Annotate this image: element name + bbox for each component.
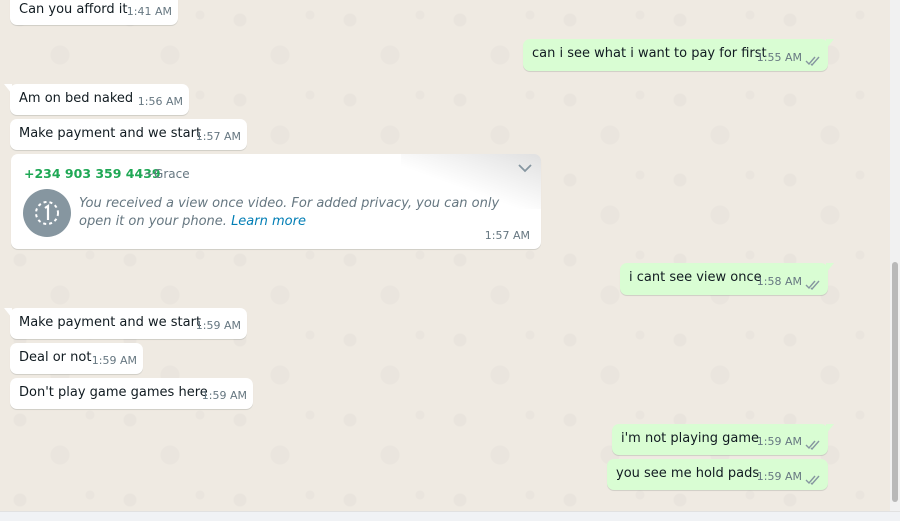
message-time: 1:59 AM — [91, 354, 137, 367]
incoming-message[interactable]: Am on bed naked 1:56 AM — [4, 84, 189, 115]
outgoing-message[interactable]: i'm not playing game 1:59 AM — [612, 424, 834, 455]
message-time: 1:57 AM — [484, 229, 530, 242]
message-time: 1:56 AM — [137, 95, 183, 108]
view-once-message[interactable]: +234 903 359 4439 ~Grace You received a … — [11, 154, 541, 249]
scrollbar-thumb[interactable] — [892, 262, 898, 502]
view-once-icon[interactable] — [23, 189, 71, 237]
message-text: Can you afford it — [19, 2, 128, 17]
message-text: Deal or not — [19, 350, 92, 365]
outgoing-message[interactable]: you see me hold pads 1:59 AM — [607, 459, 828, 490]
incoming-message[interactable]: Make payment and we start 1:57 AM — [10, 119, 247, 150]
message-text: can i see what i want to pay for first — [532, 46, 767, 61]
message-time: 1:41 AM — [126, 5, 172, 18]
double-check-icon — [805, 56, 820, 66]
scrollbar[interactable] — [890, 0, 900, 512]
message-time: 1:58 AM — [756, 275, 802, 288]
message-text: Am on bed naked — [19, 91, 134, 106]
message-text: Make payment and we start — [19, 126, 202, 141]
incoming-message[interactable]: Make payment and we start 1:59 AM — [4, 308, 247, 339]
sender-name: ~Grace — [144, 167, 190, 181]
sender-phone[interactable]: +234 903 359 4439 — [24, 166, 161, 181]
message-time: 1:59 AM — [756, 470, 802, 483]
message-time: 1:59 AM — [201, 389, 247, 402]
message-time: 1:55 AM — [756, 51, 802, 64]
message-time: 1:59 AM — [195, 319, 241, 332]
double-check-icon — [805, 440, 820, 450]
message-text: Don't play game games here — [19, 385, 208, 400]
double-check-icon — [805, 280, 820, 290]
double-check-icon — [805, 475, 820, 485]
message-time: 1:57 AM — [195, 130, 241, 143]
learn-more-link[interactable]: Learn more — [231, 214, 306, 229]
message-text: Make payment and we start — [19, 315, 202, 330]
outgoing-message[interactable]: can i see what i want to pay for first 1… — [523, 39, 834, 71]
message-text: i'm not playing game — [621, 431, 760, 446]
message-time: 1:59 AM — [756, 435, 802, 448]
compose-bar — [0, 511, 900, 521]
view-once-notice: You received a view once video. For adde… — [79, 195, 529, 231]
incoming-message[interactable]: Don't play game games here 1:59 AM — [10, 378, 253, 409]
message-text: i cant see view once — [629, 270, 762, 285]
chevron-down-icon[interactable] — [517, 162, 533, 174]
outgoing-message[interactable]: i cant see view once 1:58 AM — [620, 263, 834, 295]
message-text: you see me hold pads — [616, 466, 760, 481]
incoming-message[interactable]: Can you afford it 1:41 AM — [10, 0, 178, 25]
incoming-message[interactable]: Deal or not 1:59 AM — [10, 343, 143, 374]
